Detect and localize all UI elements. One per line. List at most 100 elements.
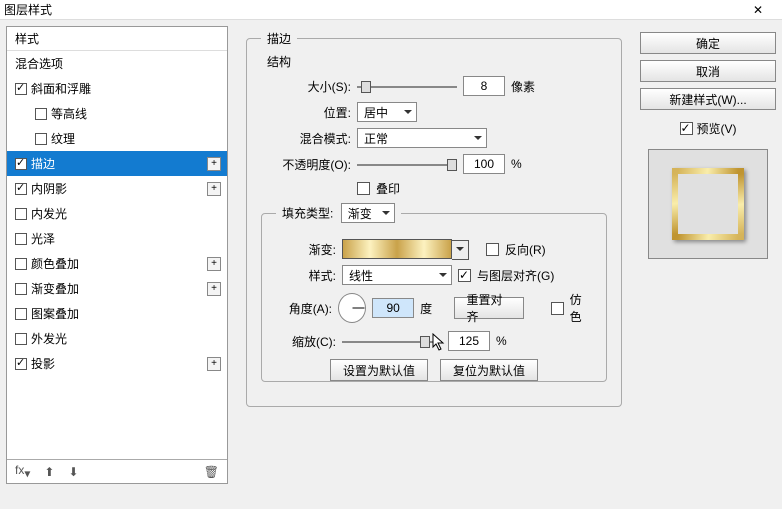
window-title: 图层样式 (4, 1, 52, 18)
style-item-bevel[interactable]: 斜面和浮雕 (7, 76, 227, 101)
action-panel: 确定 取消 新建样式(W)... 预览(V) (640, 26, 776, 484)
angle-label: 角度(A): (276, 300, 332, 317)
preview-box (648, 149, 768, 259)
style-label-color-overlay: 颜色叠加 (31, 255, 79, 272)
scale-slider[interactable] (342, 334, 442, 348)
add-effect-drop-shadow[interactable]: + (207, 357, 221, 371)
gradient-picker[interactable] (342, 239, 452, 259)
style-label-bevel: 斜面和浮雕 (31, 80, 91, 97)
style-checkbox-texture[interactable] (35, 133, 47, 145)
new-style-button[interactable]: 新建样式(W)... (640, 88, 776, 110)
style-checkbox-drop-shadow[interactable] (15, 358, 27, 370)
style-label-satin: 光泽 (31, 230, 55, 247)
add-effect-color-overlay[interactable]: + (207, 257, 221, 271)
angle-input[interactable] (372, 298, 414, 318)
style-checkbox-inner-glow[interactable] (15, 208, 27, 220)
angle-dial[interactable] (338, 293, 366, 323)
blendmode-select[interactable]: 正常 (357, 128, 487, 148)
style-item-grad-overlay[interactable]: 渐变叠加 + (7, 276, 227, 301)
styles-header: 样式 (7, 27, 227, 51)
style-item-stroke[interactable]: 描边 + (7, 151, 227, 176)
style-label-drop-shadow: 投影 (31, 355, 55, 372)
style-label-contour: 等高线 (51, 105, 87, 122)
style-checkbox-grad-overlay[interactable] (15, 283, 27, 295)
reset-align-button[interactable]: 重置对齐 (454, 297, 525, 319)
close-icon[interactable]: ✕ (738, 3, 778, 17)
cancel-button[interactable]: 取消 (640, 60, 776, 82)
align-checkbox[interactable] (458, 269, 471, 282)
style-item-color-overlay[interactable]: 颜色叠加 + (7, 251, 227, 276)
style-checkbox-outer-glow[interactable] (15, 333, 27, 345)
gradstyle-select[interactable]: 线性 (342, 265, 452, 285)
stroke-legend: 描边 (261, 30, 297, 47)
blending-options[interactable]: 混合选项 (7, 51, 227, 76)
reverse-label: 反向(R) (505, 241, 546, 258)
style-item-satin[interactable]: 光泽 (7, 226, 227, 251)
style-checkbox-bevel[interactable] (15, 83, 27, 95)
scale-label: 缩放(C): (276, 333, 336, 350)
style-label-stroke: 描边 (31, 155, 55, 172)
style-checkbox-satin[interactable] (15, 233, 27, 245)
fx-icon[interactable]: fx▾ (15, 463, 30, 480)
stroke-fieldset: 描边 结构 大小(S): 像素 位置: 居中 混合模式: 正常 不透明度(O): (246, 30, 622, 407)
style-item-texture[interactable]: 纹理 (7, 126, 227, 151)
preview-label: 预览(V) (697, 120, 737, 137)
position-label: 位置: (261, 104, 351, 121)
style-item-inner-shadow[interactable]: 内阴影 + (7, 176, 227, 201)
style-label-pat-overlay: 图案叠加 (31, 305, 79, 322)
styles-footer: fx▾ ⬆ ⬇ 🗑 (7, 459, 227, 483)
set-default-button[interactable]: 设置为默认值 (330, 359, 428, 381)
down-icon[interactable]: ⬇ (68, 465, 78, 479)
structure-label: 结构 (267, 53, 607, 70)
style-checkbox-inner-shadow[interactable] (15, 183, 27, 195)
style-checkbox-color-overlay[interactable] (15, 258, 27, 270)
add-effect-inner-shadow[interactable]: + (207, 182, 221, 196)
opacity-unit: % (511, 157, 522, 171)
angle-unit: 度 (420, 300, 432, 317)
preview-checkbox[interactable] (680, 122, 693, 135)
size-unit: 像素 (511, 78, 535, 95)
style-label-inner-glow: 内发光 (31, 205, 67, 222)
size-label: 大小(S): (261, 78, 351, 95)
ok-button[interactable]: 确定 (640, 32, 776, 54)
style-checkbox-stroke[interactable] (15, 158, 27, 170)
style-item-inner-glow[interactable]: 内发光 (7, 201, 227, 226)
styles-list: 样式 混合选项 斜面和浮雕等高线纹理描边 + 内阴影 + 内发光光泽颜色叠加 + 渐变叠加 +… (6, 26, 228, 484)
style-checkbox-contour[interactable] (35, 108, 47, 120)
style-label-inner-shadow: 内阴影 (31, 180, 67, 197)
style-label-texture: 纹理 (51, 130, 75, 147)
overprint-checkbox[interactable] (357, 182, 370, 195)
blendmode-label: 混合模式: (261, 130, 351, 147)
style-label-grad-overlay: 渐变叠加 (31, 280, 79, 297)
opacity-slider[interactable] (357, 157, 457, 171)
filltype-label: 填充类型: (282, 207, 333, 221)
align-label: 与图层对齐(G) (477, 267, 554, 284)
fill-fieldset: 填充类型: 渐变 渐变: 反向(R) 样式: 线性 与图层对齐(G) (261, 203, 607, 382)
dither-checkbox[interactable] (551, 302, 563, 315)
position-select[interactable]: 居中 (357, 102, 417, 122)
size-slider[interactable] (357, 79, 457, 93)
style-item-drop-shadow[interactable]: 投影 + (7, 351, 227, 376)
style-item-pat-overlay[interactable]: 图案叠加 (7, 301, 227, 326)
reset-default-button[interactable]: 复位为默认值 (440, 359, 538, 381)
gradient-label: 渐变: (276, 241, 336, 258)
settings-panel: 描边 结构 大小(S): 像素 位置: 居中 混合模式: 正常 不透明度(O): (236, 26, 632, 484)
trash-icon[interactable]: 🗑 (204, 465, 219, 479)
size-input[interactable] (463, 76, 505, 96)
style-checkbox-pat-overlay[interactable] (15, 308, 27, 320)
reverse-checkbox[interactable] (486, 243, 499, 256)
opacity-input[interactable] (463, 154, 505, 174)
gradstyle-label: 样式: (276, 267, 336, 284)
scale-input[interactable] (448, 331, 490, 351)
add-effect-stroke[interactable]: + (207, 157, 221, 171)
style-label-outer-glow: 外发光 (31, 330, 67, 347)
up-icon[interactable]: ⬆ (44, 465, 54, 479)
style-item-outer-glow[interactable]: 外发光 (7, 326, 227, 351)
scale-unit: % (496, 334, 507, 348)
overprint-label: 叠印 (376, 180, 400, 197)
filltype-select[interactable]: 渐变 (341, 203, 395, 223)
preview-frame (672, 168, 744, 240)
dither-label: 仿色 (570, 291, 592, 325)
style-item-contour[interactable]: 等高线 (7, 101, 227, 126)
add-effect-grad-overlay[interactable]: + (207, 282, 221, 296)
